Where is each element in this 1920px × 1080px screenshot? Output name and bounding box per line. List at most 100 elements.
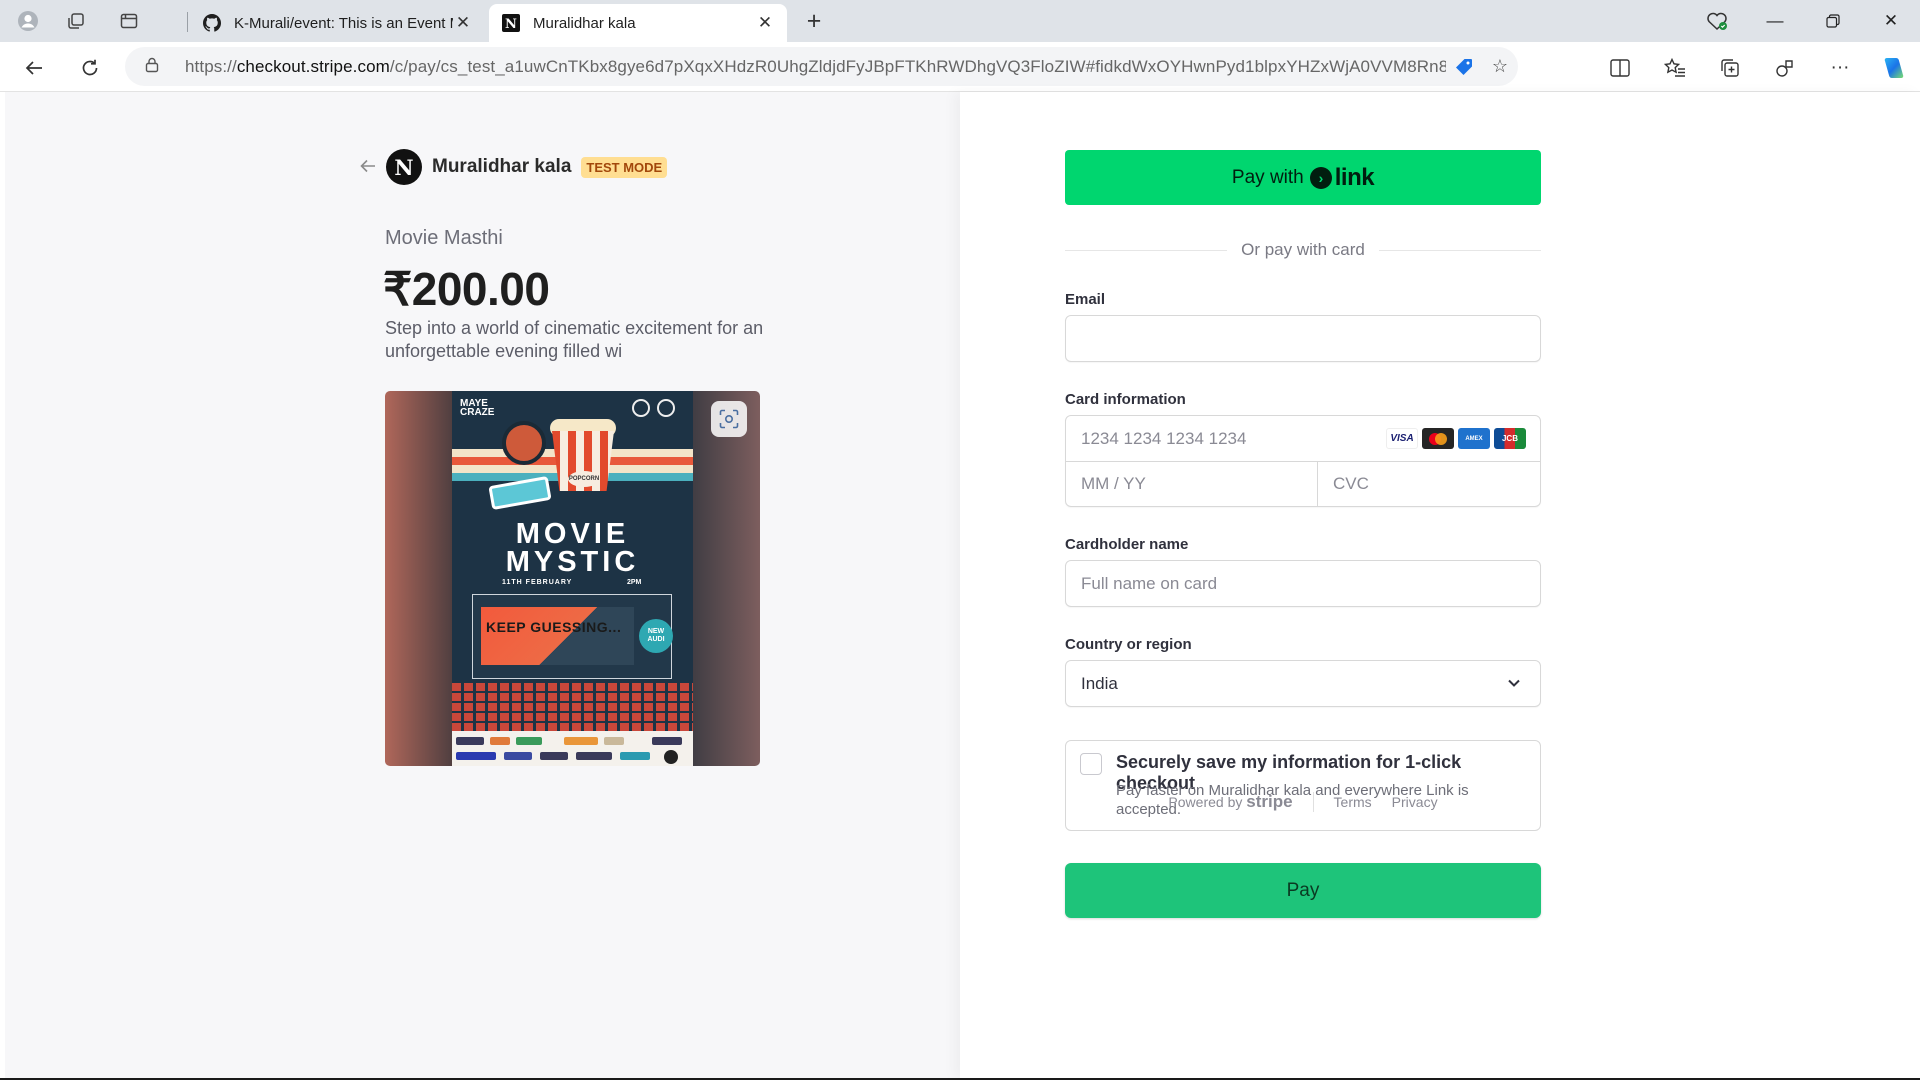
poster-seats (452, 681, 693, 731)
svg-text:N: N (505, 17, 517, 32)
sponsor-logo (540, 752, 568, 760)
email-group: Email (1065, 291, 1541, 362)
poster-logo: MAYE CRAZE (460, 398, 495, 418)
product-name: Movie Masthi (385, 227, 503, 249)
chevron-down-icon (1504, 673, 1524, 693)
card-expiry-cvc-row (1066, 461, 1540, 506)
privacy-link[interactable]: Privacy (1392, 794, 1438, 810)
country-label: Country or region (1065, 636, 1192, 653)
refresh-icon[interactable] (74, 52, 106, 84)
country-value: India (1081, 673, 1118, 693)
expiry-cell (1066, 462, 1317, 506)
poster-sponsors (452, 731, 693, 766)
email-field[interactable] (1065, 315, 1541, 362)
amex-icon: AMEX (1458, 428, 1490, 449)
checkout-footer: Powered by stripe Terms Privacy (1065, 792, 1541, 812)
cvc-cell (1317, 462, 1540, 506)
close-window-icon[interactable]: ✕ (1863, 0, 1919, 42)
movie-poster: MAYE CRAZE POPCORN MOVIE MYSTIC 11TH FEB… (452, 391, 693, 766)
minimize-icon[interactable]: — (1747, 0, 1803, 42)
product-price: ₹200.00 (383, 263, 550, 315)
browser-toolbar: https://checkout.stripe.com/c/pay/cs_tes… (0, 42, 1920, 92)
n-logo-icon: N (501, 13, 521, 33)
restore-icon[interactable] (1805, 0, 1861, 42)
merchant-header: N Muralidhar kala TEST MODE (360, 149, 668, 185)
sponsor-logo (604, 737, 624, 745)
card-split (1066, 462, 1540, 506)
pay-with-link-button[interactable]: Pay with › link (1065, 150, 1541, 205)
sponsor-logo (576, 752, 612, 760)
more-options-icon[interactable]: ··· (1824, 52, 1856, 84)
url-domain: checkout.stripe.com (236, 56, 390, 76)
browser-tab-bar: K-Murali/event: This is an Event M ✕ N M… (0, 0, 1920, 42)
url-prefix: https:// (185, 56, 237, 76)
stripe-logo: stripe (1246, 792, 1293, 811)
email-label: Email (1065, 291, 1106, 308)
tab-actions-icon[interactable] (115, 7, 143, 35)
expiry-input[interactable] (1066, 474, 1317, 494)
poster-badge-icon (657, 399, 675, 417)
card-number-input[interactable] (1066, 416, 1386, 461)
workspaces-icon[interactable] (62, 7, 90, 35)
save-info-box[interactable]: Securely save my information for 1-click… (1065, 740, 1541, 831)
poster-screen-fill (481, 607, 634, 665)
poster-screen-text: KEEP GUESSING... (486, 619, 622, 635)
cardholder-group: Cardholder name (1065, 536, 1541, 607)
collections-icon[interactable] (1714, 52, 1746, 84)
tab-separator (187, 12, 188, 32)
product-image[interactable]: MAYE CRAZE POPCORN MOVIE MYSTIC 11TH FEB… (385, 391, 760, 766)
close-tab-icon[interactable]: ✕ (755, 13, 775, 33)
sponsor-logo (620, 752, 650, 760)
favorites-icon[interactable] (1659, 52, 1691, 84)
link-arrow-icon: › (1309, 166, 1332, 189)
profile-icon[interactable] (14, 7, 42, 35)
poster-new-badge: NEW AUDI (639, 619, 673, 653)
product-description: Step into a world of cinematic excitemen… (385, 318, 764, 361)
tab-checkout[interactable]: N Muralidhar kala ✕ (489, 4, 787, 42)
extensions-icon[interactable] (1769, 52, 1801, 84)
popcorn-label: POPCORN (568, 471, 600, 487)
merchant-logo[interactable]: N (386, 149, 422, 185)
shopping-tag-icon[interactable] (1446, 52, 1482, 82)
back-icon[interactable] (18, 52, 50, 84)
terms-link[interactable]: Terms (1334, 794, 1372, 810)
new-tab-icon[interactable]: + (800, 7, 828, 35)
sponsor-logo (516, 737, 542, 745)
cardholder-name-input[interactable] (1065, 560, 1541, 607)
sponsor-logo (652, 737, 682, 745)
checkout-page: N Muralidhar kala TEST MODE Movie Masthi… (5, 92, 1920, 1078)
link-logo: › link (1309, 164, 1375, 192)
order-summary-panel: N Muralidhar kala TEST MODE Movie Masthi… (5, 92, 960, 1078)
pay-button[interactable]: Pay (1065, 863, 1541, 918)
sponsor-logo (490, 737, 510, 745)
jcb-icon: JCB (1494, 428, 1526, 449)
tab-github[interactable]: K-Murali/event: This is an Event M ✕ (190, 4, 485, 42)
close-tab-icon[interactable]: ✕ (453, 13, 473, 33)
save-info-checkbox[interactable] (1080, 753, 1102, 775)
split-screen-icon[interactable] (1604, 52, 1636, 84)
lock-icon[interactable] (145, 57, 167, 76)
favorite-star-icon[interactable]: ☆ (1482, 52, 1518, 82)
powered-by-stripe[interactable]: Powered by stripe (1168, 792, 1314, 812)
visa-icon: VISA (1386, 428, 1418, 449)
merchant-name: Muralidhar kala (432, 156, 572, 177)
or-pay-with-card-divider: Or pay with card (1065, 240, 1541, 260)
address-bar[interactable]: https://checkout.stripe.com/c/pay/cs_tes… (125, 47, 1518, 86)
back-arrow-icon[interactable] (360, 156, 376, 179)
sponsor-logo (564, 737, 598, 745)
sponsor-logo (456, 737, 484, 745)
sponsor-logo (456, 752, 496, 760)
url-text[interactable]: https://checkout.stripe.com/c/pay/cs_tes… (185, 57, 1446, 77)
tab-title: Muralidhar kala (533, 14, 636, 32)
url-path: /c/pay/cs_test_a1uwCnTKbx8gye6d7pXqxXHdz… (389, 56, 1446, 76)
copilot-status-icon[interactable] (1689, 0, 1745, 42)
poster-title-line1: MOVIE (515, 518, 630, 550)
card-number-row: VISA AMEX JCB (1066, 416, 1540, 461)
cvc-input[interactable] (1318, 474, 1540, 494)
visual-search-icon[interactable] (711, 401, 747, 437)
poster-time: 2PM (627, 579, 642, 586)
link-button-prefix: Pay with (1231, 166, 1304, 188)
country-select[interactable]: India (1065, 660, 1541, 707)
copilot-icon[interactable] (1878, 52, 1910, 84)
sponsor-logo (504, 752, 532, 760)
